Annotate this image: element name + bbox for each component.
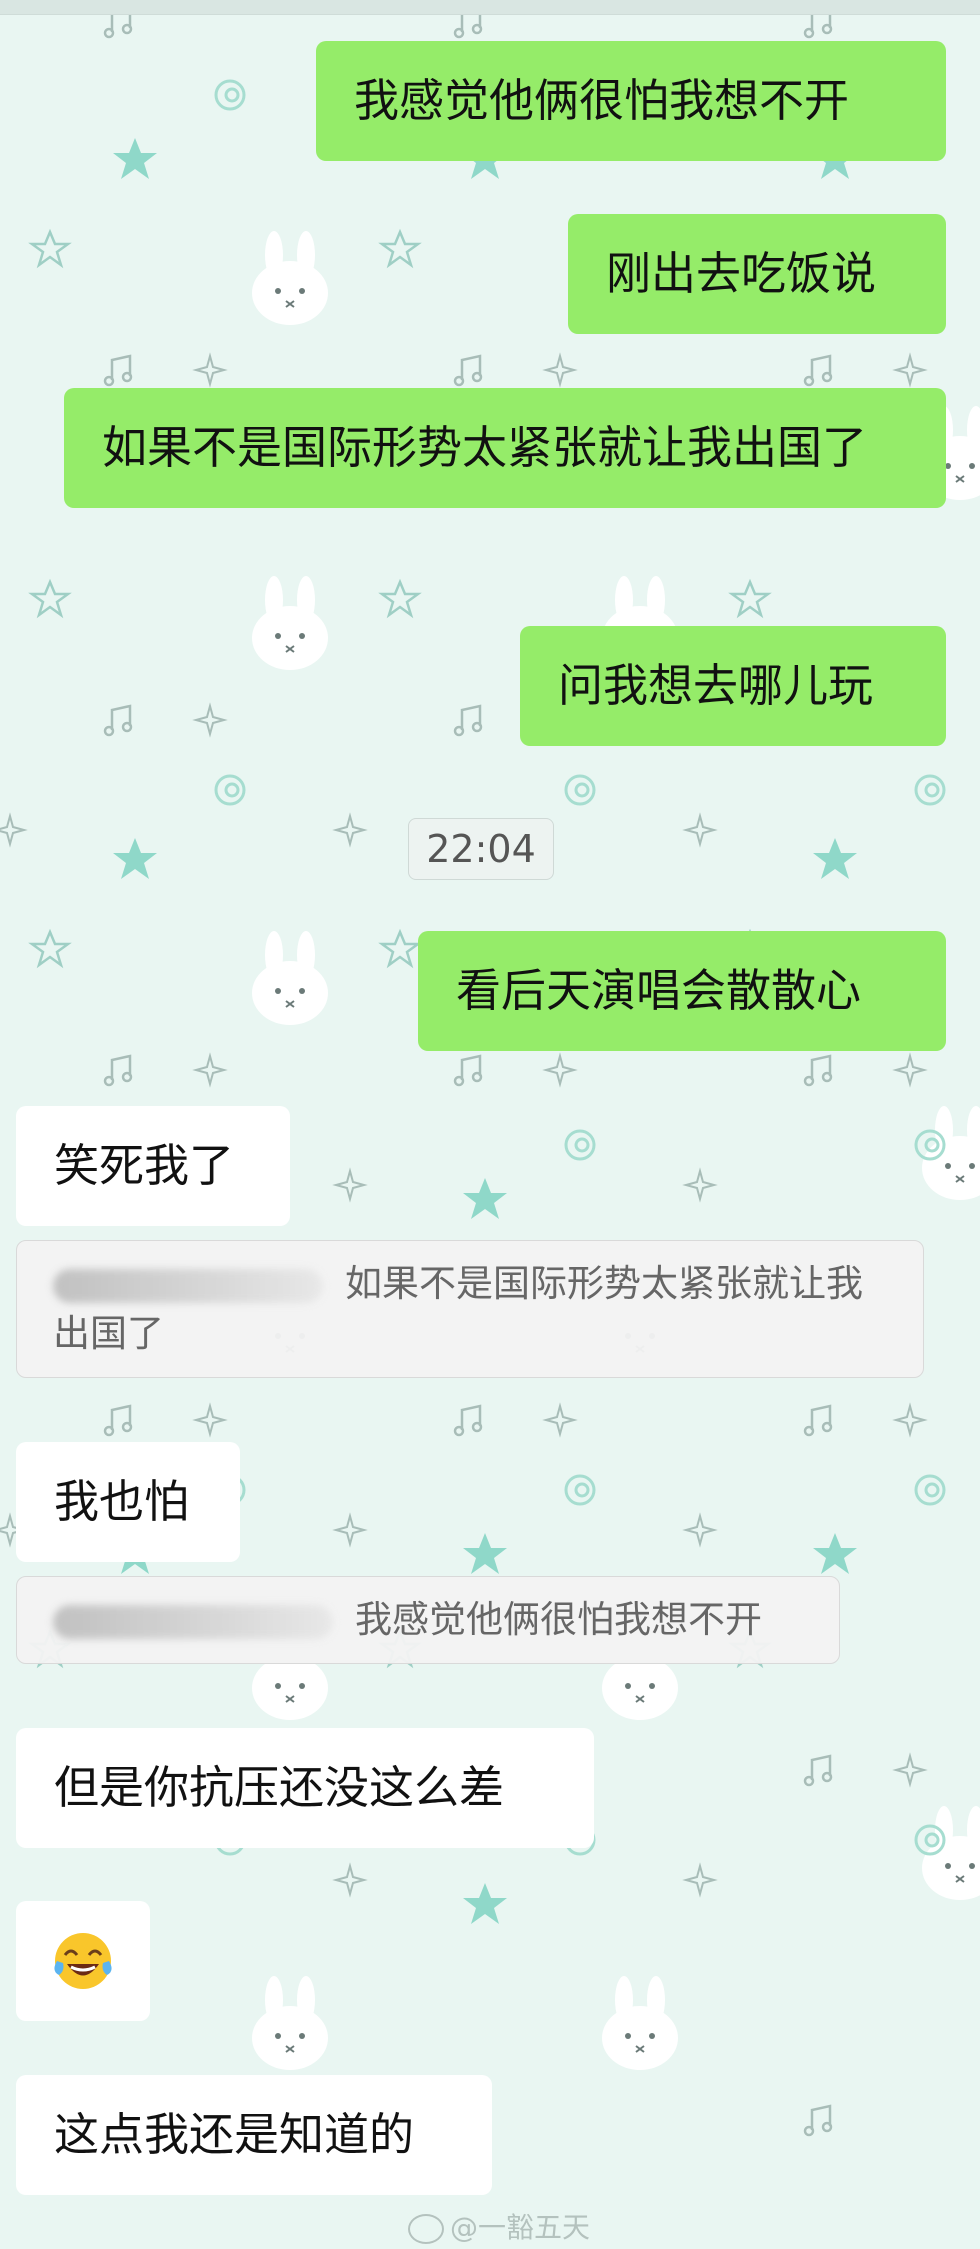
watermark-text: @一豁五天 (450, 2211, 591, 2244)
message-bubble-incoming[interactable]: 笑死我了 (16, 1106, 290, 1226)
message-bubble-outgoing[interactable]: 看后天演唱会散散心 (418, 931, 946, 1051)
redacted-sender-name (53, 1604, 333, 1639)
message-text: 但是你抗压还没这么差 (54, 1761, 505, 1814)
message-bubble-incoming[interactable]: 这点我还是知道的 (16, 2075, 492, 2195)
quoted-message[interactable]: 如果不是国际形势太紧张就让我出国了 (16, 1240, 924, 1378)
redacted-sender-name (53, 1268, 323, 1303)
message-bubble-incoming[interactable]: 但是你抗压还没这么差 (16, 1728, 594, 1848)
message-text: 看后天演唱会散散心 (456, 964, 862, 1017)
weibo-icon (408, 2214, 444, 2244)
top-edge-bar (0, 0, 980, 15)
message-bubble-outgoing[interactable]: 我感觉他俩很怕我想不开 (316, 41, 946, 161)
quoted-message[interactable]: 我感觉他俩很怕我想不开 (16, 1576, 840, 1664)
timestamp: 22:04 (408, 818, 554, 880)
message-bubble-outgoing[interactable]: 问我想去哪儿玩 (520, 626, 946, 746)
message-bubble-outgoing[interactable]: 刚出去吃饭说 (568, 214, 946, 334)
message-text: 我感觉他俩很怕我想不开 (354, 74, 850, 127)
message-text: 刚出去吃饭说 (606, 247, 877, 300)
tears-of-joy-emoji (54, 1933, 112, 1989)
message-bubble-incoming[interactable]: 我也怕 (16, 1442, 240, 1562)
message-bubble-outgoing[interactable]: 如果不是国际形势太紧张就让我出国了 (64, 388, 946, 508)
chat-screen: { "theme": { "outgoing_bubble_color": "#… (0, 0, 980, 2249)
message-text: 笑死我了 (54, 1139, 235, 1192)
watermark: @一豁五天 (408, 2206, 590, 2246)
quoted-text: 我感觉他俩很怕我想不开 (355, 1598, 762, 1641)
message-text: 这点我还是知道的 (54, 2108, 415, 2161)
message-text: 问我想去哪儿玩 (558, 659, 874, 712)
message-text: 我也怕 (54, 1475, 190, 1528)
message-text: 如果不是国际形势太紧张就让我出国了 (102, 421, 868, 474)
